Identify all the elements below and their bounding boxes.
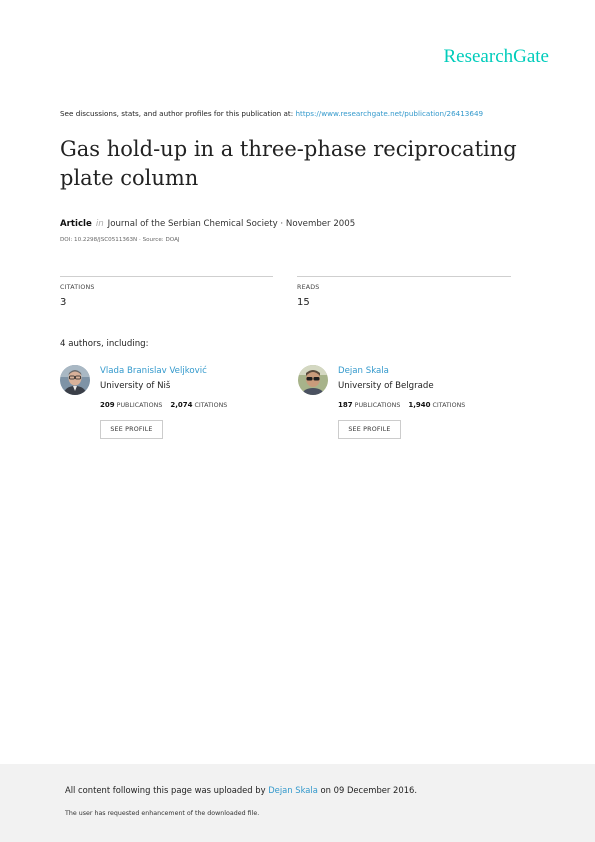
author-publications-label: PUBLICATIONS xyxy=(116,402,163,409)
avatar-photo-icon xyxy=(298,365,328,395)
reads-label: READS xyxy=(297,284,320,291)
publication-type: Article xyxy=(60,219,92,229)
doi-source: DOI: 10.2298/JSC0511363N · Source: DOAJ xyxy=(60,237,180,243)
intro-line: See discussions, stats, and author profi… xyxy=(60,109,483,118)
reads-divider xyxy=(297,276,511,277)
author-name-link[interactable]: Dejan Skala xyxy=(338,366,389,376)
authors-count: 4 authors xyxy=(60,339,101,349)
reads-value: 15 xyxy=(297,297,310,308)
author-citations-count: 2,074 xyxy=(170,401,193,409)
citations-value: 3 xyxy=(60,297,67,308)
citations-label: CITATIONS xyxy=(60,284,95,291)
footer-note: The user has requested enhancement of th… xyxy=(65,810,260,817)
avatar-photo-icon xyxy=(60,365,90,395)
author-publications-count: 209 xyxy=(100,401,115,409)
author-stats: 187 PUBLICATIONS 1,940 CITATIONS xyxy=(338,401,465,409)
avatar[interactable] xyxy=(298,365,328,395)
upload-line: All content following this page was uplo… xyxy=(65,785,417,795)
author-publications-label: PUBLICATIONS xyxy=(354,402,401,409)
citations-divider xyxy=(60,276,273,277)
researchgate-logo[interactable]: ResearchGate xyxy=(444,46,550,68)
avatar[interactable] xyxy=(60,365,90,395)
authors-heading: 4 authors, including: xyxy=(60,339,149,349)
author-stats: 209 PUBLICATIONS 2,074 CITATIONS xyxy=(100,401,227,409)
author-institution: University of Niš xyxy=(100,381,171,391)
publication-url-link[interactable]: https://www.researchgate.net/publication… xyxy=(295,109,483,118)
author-citations-label: CITATIONS xyxy=(432,402,466,409)
author-institution: University of Belgrade xyxy=(338,381,434,391)
author-publications-count: 187 xyxy=(338,401,353,409)
publication-title: Gas hold-up in a three-phase reciprocati… xyxy=(60,137,517,190)
uploader-link[interactable]: Dejan Skala xyxy=(268,785,318,795)
in-word: in xyxy=(95,219,104,229)
publication-meta: Article in Journal of the Serbian Chemical… xyxy=(60,219,355,229)
venue-date: Journal of the Serbian Chemical Society … xyxy=(107,219,356,229)
author-name-link[interactable]: Vlada Branislav Veljković xyxy=(100,366,207,376)
upload-suffix: on 09 December 2016. xyxy=(320,785,418,795)
see-profile-button[interactable]: SEE PROFILE xyxy=(100,420,163,439)
intro-text: See discussions, stats, and author profi… xyxy=(60,109,294,118)
authors-heading-rest: , including: xyxy=(101,339,149,349)
author-citations-label: CITATIONS xyxy=(194,402,228,409)
see-profile-button[interactable]: SEE PROFILE xyxy=(338,420,401,439)
author-citations-count: 1,940 xyxy=(408,401,431,409)
footer-panel xyxy=(0,764,595,842)
upload-prefix: All content following this page was uplo… xyxy=(65,785,266,795)
